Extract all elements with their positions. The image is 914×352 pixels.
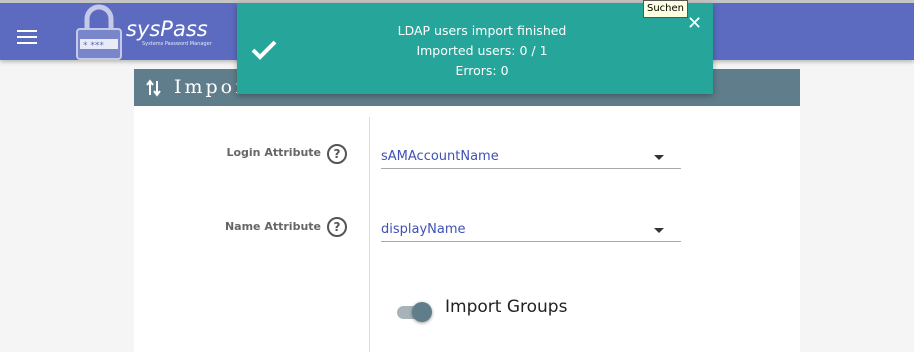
name-attribute-label: Name Attribute [224,220,321,233]
import-arrows-icon [146,79,161,97]
form-divider [369,117,370,352]
notification-message: LDAP users import finished Imported user… [317,21,647,81]
notification-line-imported: Imported users: 0 / 1 [416,43,548,58]
name-attribute-value: displayName [381,222,466,237]
import-card: Impor Login Attribute ? sAMAccountName N… [134,69,800,352]
checkmark-icon [251,40,277,60]
menu-icon[interactable] [17,30,37,46]
toggle-thumb [412,302,432,322]
import-groups-toggle[interactable] [397,302,433,322]
svg-text:* ***: * *** [83,41,104,51]
login-attribute-value: sAMAccountName [381,149,499,164]
notification-line-errors: Errors: 0 [455,63,509,78]
name-attribute-help-icon[interactable]: ? [327,217,347,237]
login-attribute-help-icon[interactable]: ? [327,144,347,164]
name-attribute-select[interactable]: displayName [381,219,681,242]
login-attribute-select[interactable]: sAMAccountName [381,146,681,169]
syspass-logo-icon: * *** [76,4,122,60]
notification-line-title: LDAP users import finished [397,23,567,38]
login-attribute-label: Login Attribute [226,146,321,159]
import-groups-label: Import Groups [445,297,568,317]
app-name: sysPass [126,17,208,41]
close-icon[interactable]: ✕ [687,14,702,34]
chevron-down-icon [654,228,664,233]
notification-toast: LDAP users import finished Imported user… [237,3,713,94]
chevron-down-icon [654,155,664,160]
app-subtitle: Systems Password Manager [142,41,212,47]
search-tooltip: Suchen [643,0,689,18]
